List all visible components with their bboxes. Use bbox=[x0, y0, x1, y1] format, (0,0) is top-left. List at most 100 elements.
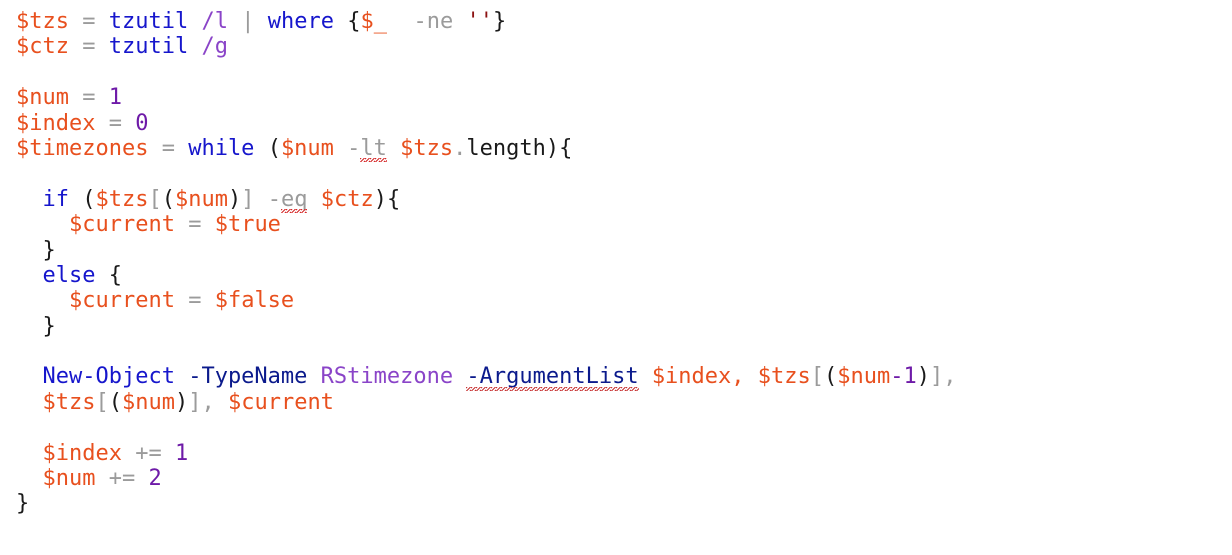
code-token: -1 bbox=[890, 364, 917, 390]
code-token: } bbox=[42, 313, 56, 339]
code-token: $timezones bbox=[16, 135, 149, 161]
code-line[interactable]: $timezones = while ($num -lt $tzs.length… bbox=[0, 135, 1232, 163]
code-token: ] bbox=[241, 186, 255, 212]
code-line[interactable]: New-Object -TypeName RStimezone -Argumen… bbox=[0, 364, 1232, 392]
code-content[interactable]: $tzs = tzutil /l | where {$_ -ne ''} $ctz… bbox=[0, 9, 1232, 517]
code-token: ) bbox=[174, 389, 189, 415]
code-line[interactable] bbox=[0, 60, 1232, 85]
code-token: $true bbox=[214, 212, 281, 238]
code-token: $index bbox=[42, 440, 122, 466]
code-token: = bbox=[82, 9, 96, 34]
code-token: 1 bbox=[174, 440, 189, 466]
code-line[interactable]: $current = $true bbox=[0, 212, 1232, 237]
syntax-error-underline: lt bbox=[360, 136, 387, 163]
code-token: if bbox=[42, 186, 70, 212]
code-token: ) bbox=[373, 186, 387, 212]
code-line[interactable]: else { bbox=[0, 263, 1232, 288]
code-token: $tzs bbox=[95, 186, 149, 212]
code-editor[interactable]: $tzs = tzutil /l | where {$_ -ne ''} $ctz… bbox=[0, 9, 1232, 555]
code-token: length bbox=[466, 135, 546, 161]
code-line[interactable]: } bbox=[0, 314, 1232, 339]
code-token: } bbox=[492, 9, 507, 34]
code-token: { bbox=[347, 9, 361, 34]
code-token: . bbox=[453, 135, 467, 161]
code-token: [ bbox=[95, 389, 109, 415]
code-line[interactable]: $num += 2 bbox=[0, 466, 1232, 491]
code-token: ( bbox=[824, 364, 838, 390]
code-token: 2 bbox=[148, 466, 162, 492]
code-token: RStimezone bbox=[320, 364, 454, 390]
code-token: = bbox=[188, 288, 202, 314]
code-token: = bbox=[188, 212, 202, 238]
code-line[interactable]: $tzs = tzutil /l | where {$_ -ne ''} bbox=[0, 9, 1232, 34]
code-line[interactable]: } bbox=[0, 238, 1232, 263]
code-token: $current bbox=[68, 212, 175, 238]
code-token: 1 bbox=[108, 85, 122, 111]
code-line[interactable]: $current = $false bbox=[0, 288, 1232, 313]
code-line[interactable]: $num = 1 bbox=[0, 85, 1232, 110]
code-token: { bbox=[559, 135, 573, 161]
code-token: $tzs bbox=[757, 364, 811, 390]
code-line[interactable]: } bbox=[0, 491, 1232, 516]
code-token: -ArgumentList bbox=[466, 364, 639, 390]
code-token: ) bbox=[227, 186, 242, 212]
code-token: $num bbox=[121, 389, 175, 415]
code-line[interactable] bbox=[0, 161, 1232, 186]
code-token: , bbox=[943, 364, 957, 390]
code-token: | bbox=[241, 9, 255, 34]
code-token: $ctz bbox=[320, 186, 374, 212]
code-token: ( bbox=[108, 389, 122, 415]
code-token: $tzs bbox=[42, 389, 96, 415]
code-token: ] bbox=[188, 389, 202, 415]
code-token: $num bbox=[16, 85, 69, 111]
code-line[interactable]: if ($tzs[($num)] -eq $ctz){ bbox=[0, 186, 1232, 214]
code-token: [ bbox=[810, 364, 825, 390]
code-token: , bbox=[731, 364, 745, 390]
code-token: $ctz bbox=[16, 34, 69, 60]
code-line[interactable]: $index += 1 bbox=[0, 441, 1232, 466]
code-token: '' bbox=[466, 9, 493, 34]
code-token: 0 bbox=[135, 110, 149, 136]
code-token: $index bbox=[16, 110, 96, 136]
syntax-error-underline: eq bbox=[280, 187, 307, 214]
code-line[interactable] bbox=[0, 415, 1232, 440]
code-line[interactable] bbox=[0, 339, 1232, 364]
code-token: ) bbox=[545, 135, 560, 161]
code-token: $num bbox=[174, 186, 228, 212]
code-line[interactable]: $ctz = tzutil /g bbox=[0, 34, 1232, 59]
code-line[interactable]: $tzs[($num)], $current bbox=[0, 390, 1232, 415]
code-token: tzutil bbox=[108, 34, 189, 60]
code-token: { bbox=[108, 262, 122, 288]
code-token: = bbox=[82, 34, 96, 60]
code-line[interactable]: $index = 0 bbox=[0, 111, 1232, 136]
code-token: $false bbox=[214, 288, 295, 314]
code-token: } bbox=[42, 237, 56, 263]
code-token: /g bbox=[201, 34, 228, 60]
